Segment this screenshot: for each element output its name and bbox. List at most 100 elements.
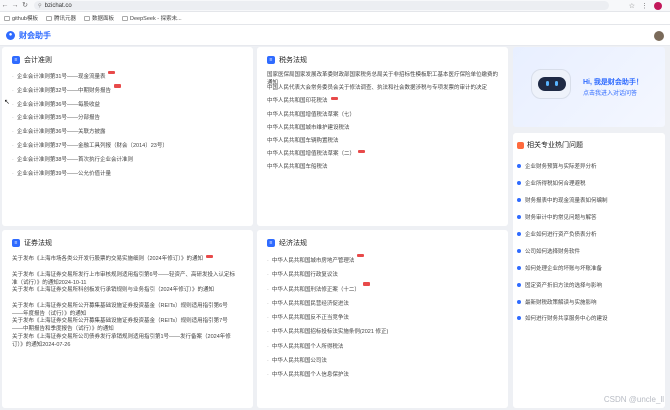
list-item[interactable]: 关于发布《上海证券交易所公开募集基础设施证券投资基金（REITs）规则适用指引第…: [12, 302, 238, 318]
list-item[interactable]: · 中华人民共和国个人信息保护法: [267, 368, 388, 382]
list-item[interactable]: 中华人民共和国增值税法草案（二）: [267, 149, 499, 163]
bullet-icon: ·: [267, 286, 269, 293]
list-item-label: 企业会计准则第32号——中期财务报告: [16, 87, 111, 94]
list-item-label: 企业会计准则第31号——现金流量表: [16, 74, 106, 80]
hot-question-item[interactable]: 如何处理企业的坏账与坏账准备: [517, 259, 608, 276]
bullet-icon: [517, 282, 521, 287]
list-item[interactable]: 国家医保局国家发展改革委财政部国家税务总局关于非招标性模板职工基本医疗保险单位缴…: [267, 71, 499, 86]
reload-icon[interactable]: ↻: [20, 0, 30, 12]
list-item[interactable]: 关于发布《上海市场各类公开发行股票的交易实施细则（2024年修订）》的通知: [12, 254, 238, 271]
bullet-icon: ·: [12, 74, 14, 80]
list-item[interactable]: 中华人民共和国城市维护建设税法: [267, 124, 499, 137]
bookmark-item[interactable]: DeepSeek - 探索未...: [122, 14, 182, 22]
assistant-greeting: Hi, 我是财会助手！: [583, 79, 643, 86]
hot-question-item[interactable]: 企业所得税如何合理避税: [517, 175, 608, 192]
hot-question-item[interactable]: 企业如何进行资产负债表分析: [517, 226, 608, 243]
list-item[interactable]: 中华人民共和国印花税法: [267, 96, 499, 110]
bookmarks-bar: github模板 腾讯元器 数据面板 DeepSeek - 探索未...: [0, 12, 670, 25]
list-item[interactable]: · 中华人民共和国招标投标法实施条例(2021 修正): [267, 325, 388, 339]
list-item[interactable]: 关于发布《上海证券交易所公开募集基础设施证券投资基金（REITs）规则适用指引第…: [12, 317, 238, 333]
assistant-entry-card[interactable]: Hi, 我是财会助手！ 点击我进入对话问答: [513, 47, 665, 127]
list-item-label: 中华人民共和国车船税法: [267, 164, 328, 171]
card-title: 税务法规: [279, 57, 307, 64]
hot-question-item[interactable]: 公司如何选择财务软件: [517, 242, 608, 259]
list-item[interactable]: · 企业会计准则第38号——首次执行企业会计准则: [12, 154, 168, 168]
hot-question-item[interactable]: 企业财务预算与实际差异分析: [517, 158, 608, 175]
list-item[interactable]: · 企业会计准则第31号——现金流量表: [12, 70, 168, 85]
bullet-icon: [517, 198, 521, 203]
site-info-icon[interactable]: ⚲: [38, 3, 42, 9]
bullet-icon: ·: [267, 300, 269, 307]
list-item-label: 关于发布《上海证券交易所发行上市审核规则适用指引第6号——轻资产、高研发投入认定…: [12, 271, 236, 286]
list-item[interactable]: 中华人民共和国车辆购置税法: [267, 137, 499, 150]
extensions-icon[interactable]: ⋮: [641, 2, 648, 10]
address-bar[interactable]: ⚲ bzichat.co: [34, 1, 609, 10]
list-item[interactable]: 中华人民共和国车船税法: [267, 163, 499, 176]
page-icon: [122, 15, 129, 21]
list-item[interactable]: · 中华人民共和国刑法修正案（十二）: [267, 282, 388, 297]
bullet-icon: ·: [12, 115, 14, 122]
tax-regulations-card: ≡ 税务法规 国家医保局国家发展改革委财政部国家税务总局关于非招标性模板职工基本…: [257, 47, 508, 226]
bullet-icon: ·: [267, 272, 269, 279]
list-item[interactable]: 中国人民代表大会常务委员会关于修法调查、执法和社会数据涉税与专项发票的审计的决定: [267, 84, 499, 97]
bullet-icon: ·: [267, 315, 269, 322]
new-badge-icon: [357, 253, 365, 257]
list-item[interactable]: · 企业会计准则第35号——分部报告: [12, 112, 168, 126]
hot-question-item[interactable]: 最新财税政策解读与实施影响: [517, 293, 608, 310]
list-item[interactable]: · 企业会计准则第36号——每股收益: [12, 99, 168, 113]
list-item[interactable]: 关于发布《上海证券交易所发行上市审核规则适用指引第6号——轻资产、高研发投入认定…: [12, 271, 238, 287]
list-item[interactable]: 中华人民共和国增值税法草案（七）: [267, 111, 499, 124]
profile-avatar[interactable]: [654, 1, 662, 10]
list-item[interactable]: · 企业会计准则第37号——金融工具列报（财会〔2014〕23号）: [12, 140, 168, 154]
bookmark-item[interactable]: 腾讯元器: [46, 14, 76, 22]
bullet-icon: ·: [12, 101, 14, 108]
list-item-label: 中华人民共和国个人信息保护法: [271, 372, 349, 379]
economic-list: · 中华人民共和国城市房地产管理法 · 中华人民共和国行政复议法 · 中华人民共和国刑法修…: [267, 253, 388, 383]
list-item-label: 中华人民共和国招标投标法实施条例(2021 修正): [271, 329, 389, 336]
hot-question-label: 企业如何进行资产负债表分析: [525, 232, 597, 238]
list-item-label: 企业会计准则第36号——每股收益: [16, 101, 100, 108]
avatar[interactable]: [654, 31, 664, 41]
document-icon: ≡: [267, 239, 275, 247]
list-item[interactable]: · 企业会计准则第36号——关联方披露: [12, 126, 168, 140]
list-item[interactable]: · 中华人民共和国城市房地产管理法: [267, 253, 388, 268]
bookmark-item[interactable]: 数据面板: [84, 14, 114, 22]
hot-question-label: 企业所得税如何合理避税: [525, 181, 586, 188]
list-item-label: 中华人民共和国城市房地产管理法: [271, 258, 355, 264]
hot-question-item[interactable]: 财务审计中的常见问题与解答: [517, 209, 608, 226]
assistant-enter-link[interactable]: 点击我进入对话问答: [583, 88, 637, 97]
bullet-icon: [517, 316, 521, 321]
bullet-icon: [517, 299, 521, 304]
list-item[interactable]: · 中华人民共和国行政复议法: [267, 268, 388, 282]
bookmark-star-icon[interactable]: ☆: [629, 2, 635, 10]
hot-question-item[interactable]: 如何进行财务共享服务中心的建设: [517, 310, 608, 327]
bullet-icon: ·: [267, 343, 269, 350]
bullet-icon: ·: [12, 170, 14, 177]
hot-question-item[interactable]: 财务报表中的现金流量表如何编制: [517, 192, 608, 209]
list-item[interactable]: 关于发布《上海证券交易所科创板发行承销规则与业务指引（2024年修订）》的通知: [12, 286, 238, 302]
list-item-label: 中华人民共和国公司法: [271, 358, 327, 365]
list-item[interactable]: · 中华人民共和国公司法: [267, 354, 388, 368]
back-icon[interactable]: ←: [0, 0, 10, 12]
list-item[interactable]: 关于发布《上海证券交易所公司债券发行承销规则适用指引第1号——发行备案（2024…: [12, 333, 238, 349]
list-item-label: 中国人民代表大会常务委员会关于修法调查、执法和社会数据涉税与专项发票的审计的决定: [267, 85, 488, 92]
hot-questions-card: 相关专业热门问题 企业财务预算与实际差异分析 企业所得税如何合理避税 财务报表中的现…: [513, 133, 665, 408]
list-item[interactable]: · 中华人民共和国个人所得税法: [267, 340, 388, 354]
bullet-icon: ·: [12, 129, 14, 136]
bullet-icon: [517, 215, 521, 220]
list-item[interactable]: · 企业会计准则第39号——公允价值计量: [12, 168, 168, 182]
document-icon: ≡: [12, 56, 20, 64]
list-item[interactable]: · 中华人民共和国民营经济促进法: [267, 297, 388, 311]
bookmark-item[interactable]: github模板: [4, 14, 38, 22]
list-item-label: 企业会计准则第37号——金融工具列报（财会〔2014〕23号）: [16, 142, 168, 149]
card-title: 经济法规: [279, 240, 307, 247]
list-item-label: 中华人民共和国城市维护建设税法: [267, 124, 350, 131]
forward-icon[interactable]: →: [10, 0, 20, 12]
list-item-label: 中华人民共和国民营经济促进法: [271, 300, 349, 307]
securities-list: 关于发布《上海市场各类公开发行股票的交易实施细则（2024年修订）》的通知 关于发…: [12, 254, 238, 349]
list-item[interactable]: · 企业会计准则第32号——中期财务报告: [12, 84, 168, 99]
list-item[interactable]: · 中华人民共和国反不正当竞争法: [267, 311, 388, 325]
hot-question-item[interactable]: 固定资产折旧方法的选择与影响: [517, 276, 608, 293]
hot-question-label: 最新财税政策解读与实施影响: [525, 299, 597, 306]
new-badge-icon: [330, 96, 338, 101]
